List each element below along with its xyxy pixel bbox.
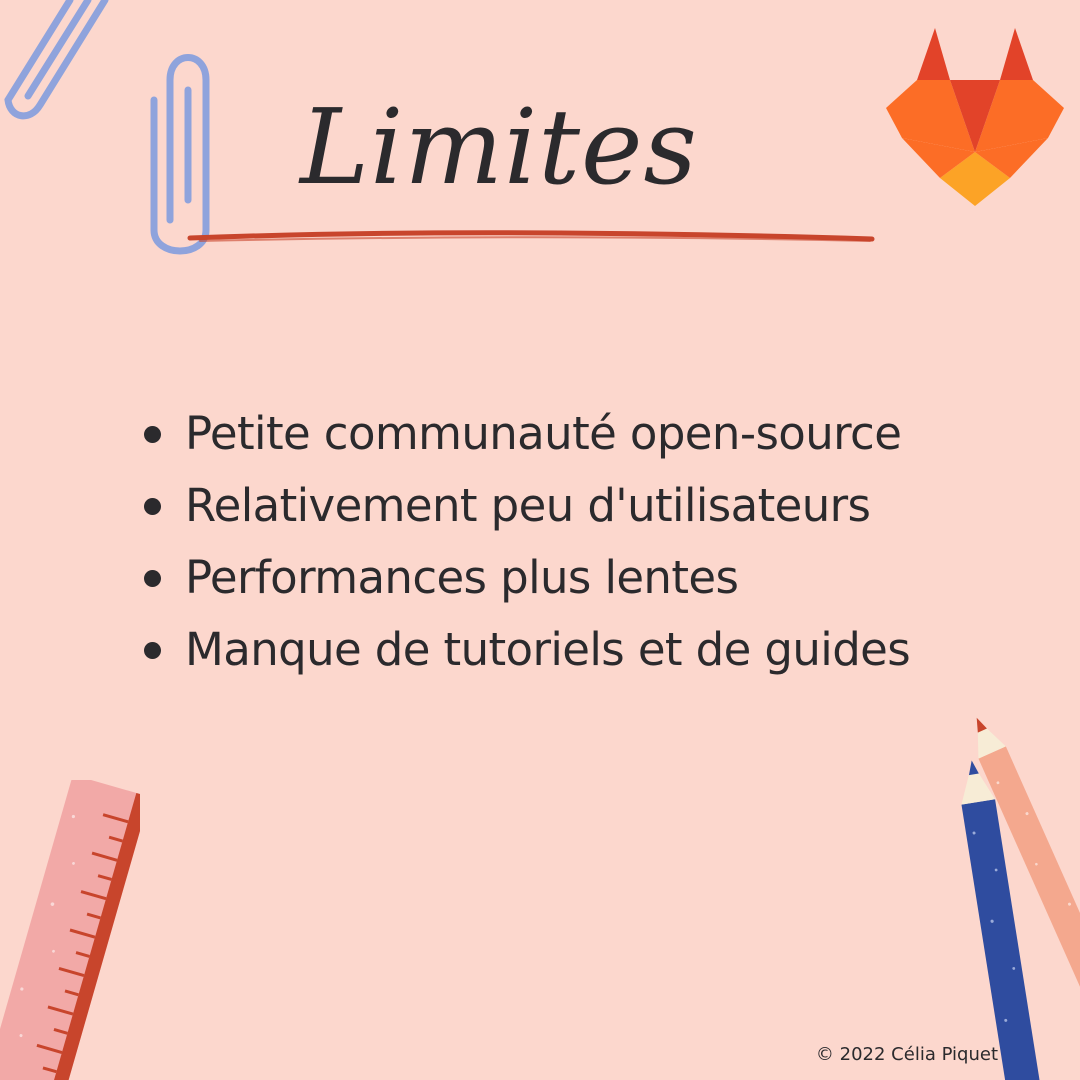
list-item-text: Petite communauté open-source (185, 407, 902, 460)
list-item: Manque de tutoriels et de guides (140, 614, 1040, 686)
list-item: Petite communauté open-source (140, 398, 1040, 470)
gitlab-fox-icon (886, 28, 1064, 206)
title-underline (187, 230, 875, 242)
list-item-text: Relativement peu d'utilisateurs (185, 479, 871, 532)
list-item: Performances plus lentes (140, 542, 1040, 614)
paperclip-icon (4, 0, 109, 120)
bullet-icon (144, 498, 161, 515)
ruler-icon (0, 780, 140, 1080)
list-item-text: Manque de tutoriels et de guides (185, 623, 911, 676)
limitations-list: Petite communauté open-source Relativeme… (140, 398, 1040, 686)
slide-canvas: Limites Petite communauté open-source Re… (0, 0, 1080, 1080)
bullet-icon (144, 426, 161, 443)
list-item-text: Performances plus lentes (185, 551, 739, 604)
bullet-icon (144, 642, 161, 659)
pencil-icon (961, 717, 1080, 1080)
copyright-text: © 2022 Célia Piquet (815, 1044, 998, 1065)
bullet-icon (144, 570, 161, 587)
list-item: Relativement peu d'utilisateurs (140, 470, 1040, 542)
page-title: Limites (300, 86, 698, 208)
